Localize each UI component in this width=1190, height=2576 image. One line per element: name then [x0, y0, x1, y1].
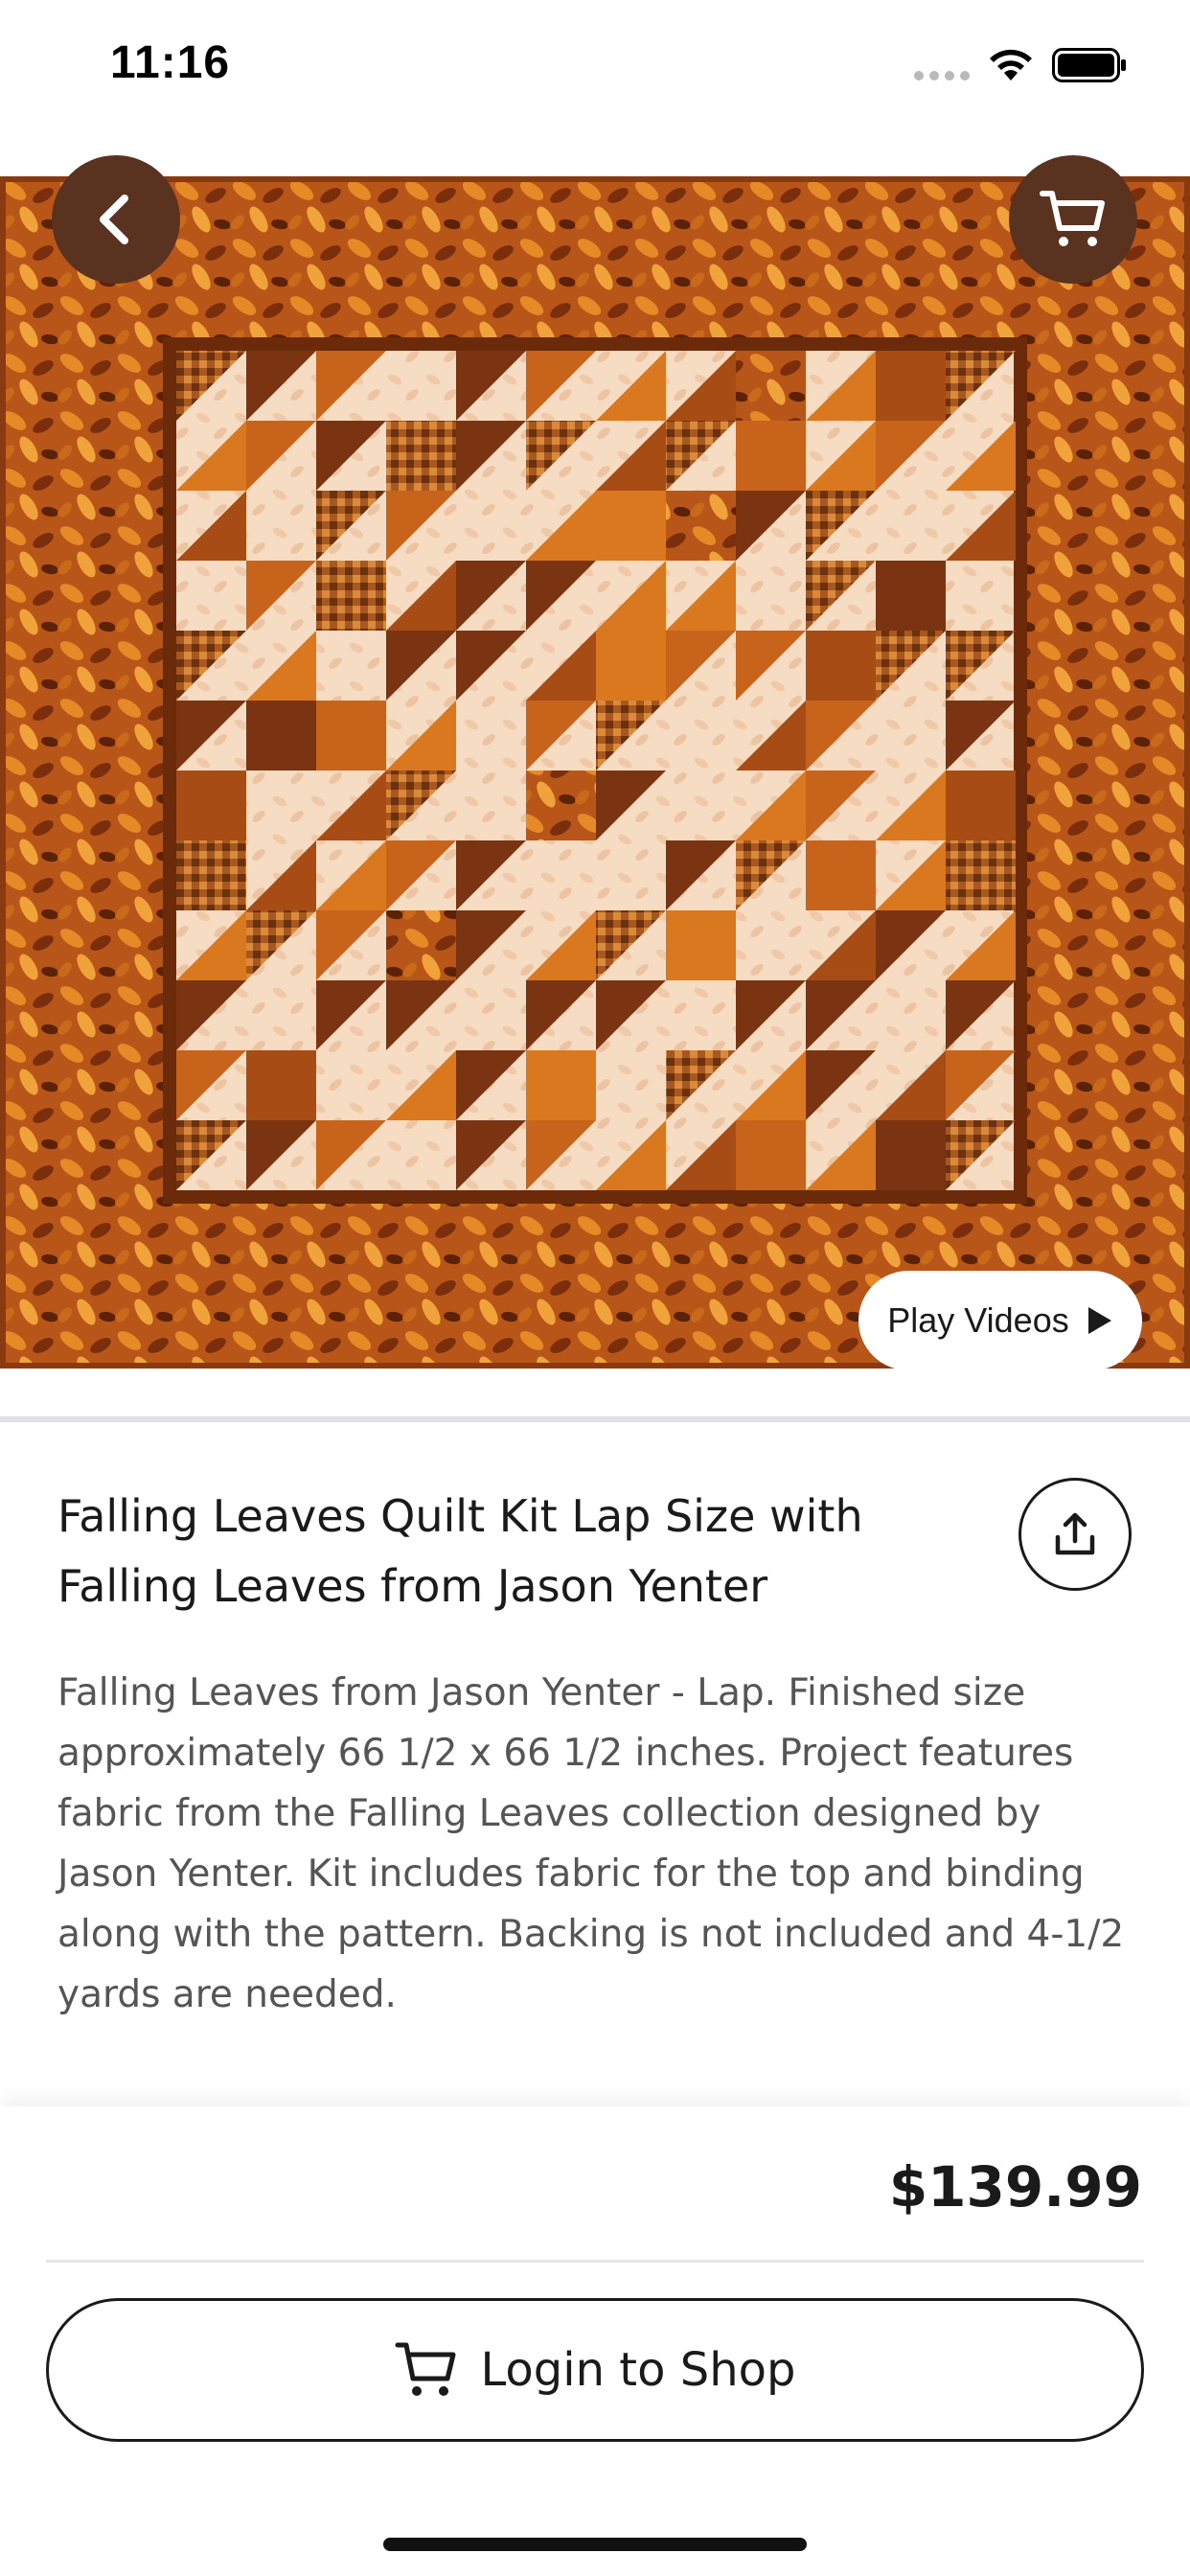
play-videos-label: Play Videos [887, 1300, 1069, 1340]
purchase-divider [46, 2260, 1144, 2263]
quilt-square [946, 840, 1016, 910]
status-bar: 11:16 [0, 0, 1190, 134]
product-title: Falling Leaves Quilt Kit Lap Size with F… [57, 1482, 920, 1622]
quilt-square [316, 561, 386, 631]
quilt-square [876, 351, 946, 421]
cart-icon [395, 2342, 456, 2396]
share-button[interactable] [1018, 1478, 1132, 1591]
battery-icon [1052, 48, 1126, 82]
purchase-bar: $139.99 Login to Shop [0, 2106, 1190, 2576]
quilt-square [736, 1120, 806, 1190]
section-divider [0, 1368, 1190, 1422]
quilt-square [596, 631, 666, 701]
share-icon [1055, 1512, 1095, 1555]
product-price: $139.99 [888, 2154, 1142, 2220]
wifi-icon [990, 49, 1032, 80]
play-icon [1087, 1307, 1111, 1334]
falling-leaves-quilt-image [0, 176, 1190, 1368]
login-to-shop-button[interactable]: Login to Shop [46, 2298, 1144, 2442]
home-indicator[interactable] [383, 2538, 807, 2551]
quilt-square [386, 910, 456, 980]
quilt-square [736, 351, 806, 421]
back-button[interactable] [52, 155, 180, 284]
product-title-line-1: Falling Leaves Quilt Kit Lap Size with [57, 1490, 863, 1542]
cart-button[interactable] [1009, 155, 1137, 284]
quilt-square [386, 421, 456, 491]
cellular-signal-icon [914, 71, 970, 80]
login-to-shop-label: Login to Shop [480, 2343, 796, 2397]
quilt-square [666, 491, 736, 561]
quilt-square [596, 491, 666, 561]
quilt-square [806, 631, 876, 701]
quilt-square [736, 421, 806, 491]
quilt-square [176, 770, 246, 840]
quilt-square [316, 701, 386, 770]
quilt-square [876, 561, 946, 631]
cart-icon [1040, 191, 1105, 246]
quilt-square [806, 840, 876, 910]
play-videos-button[interactable]: Play Videos [858, 1271, 1142, 1370]
quilt-square [246, 1050, 316, 1120]
product-title-line-2: Falling Leaves from Jason Yenter [57, 1560, 768, 1612]
product-image[interactable] [0, 176, 1190, 1368]
quilt-square [876, 1120, 946, 1190]
back-chevron-icon [100, 195, 128, 244]
quilt-square [526, 1050, 596, 1120]
quilt-square [176, 840, 246, 910]
quilt-square [526, 770, 596, 840]
quilt-square [946, 770, 1016, 840]
product-description: Falling Leaves from Jason Yenter - Lap. … [57, 1671, 1125, 2016]
quilt-square [666, 910, 736, 980]
status-time: 11:16 [110, 37, 231, 88]
quilt-square [246, 701, 316, 770]
